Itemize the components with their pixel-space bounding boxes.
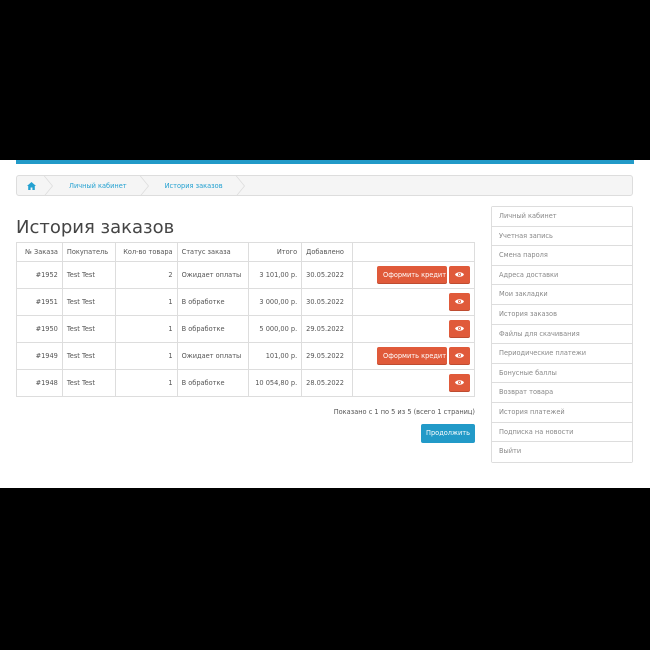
breadcrumb-item-orders[interactable]: История заказов (151, 176, 237, 195)
actions-cell (352, 288, 475, 316)
customer-cell: Test Test (61, 261, 116, 289)
total-cell: 10 054,80 р. (248, 369, 303, 397)
total-cell: 101,00 р. (248, 342, 303, 370)
customer-cell: Test Test (61, 315, 116, 343)
eye-icon (455, 353, 464, 358)
date-cell: 29.05.2022 (301, 315, 354, 343)
col-total: Итого (248, 242, 303, 262)
date-cell: 30.05.2022 (301, 261, 354, 289)
continue-button[interactable]: Продолжить (421, 424, 475, 443)
date-cell: 29.05.2022 (301, 342, 354, 370)
order-id-cell: #1948 (16, 369, 63, 397)
breadcrumb-item-account[interactable]: Личный кабинет (55, 176, 141, 195)
order-id-cell: #1949 (16, 342, 63, 370)
breadcrumb-separator (138, 176, 151, 195)
total-cell: 3 101,00 р. (248, 261, 303, 289)
view-order-button[interactable] (449, 347, 470, 365)
sidebar-item[interactable]: Возврат товара (492, 383, 632, 403)
top-accent-line (16, 160, 634, 164)
actions-cell (352, 315, 475, 343)
status-cell: Ожидает оплаты (176, 342, 250, 370)
actions-cell: Оформить кредит (352, 342, 475, 370)
table-row: #1948 Test Test 1 В обработке 10 054,80 р. 28… (16, 369, 475, 397)
table-row: #1951 Test Test 1 В обработке 3 000,00 р. 30.… (16, 288, 475, 316)
breadcrumb-separator (43, 176, 55, 195)
status-cell: В обработке (176, 288, 250, 316)
col-customer: Покупатель (61, 242, 116, 262)
sidebar-item[interactable]: Периодические платежи (492, 344, 632, 364)
sidebar-item[interactable]: Мои закладки (492, 285, 632, 305)
customer-cell: Test Test (61, 342, 116, 370)
sidebar-item[interactable]: Файлы для скачивания (492, 324, 632, 345)
col-order-id: № Заказа (16, 242, 63, 262)
qty-cell: 1 (114, 315, 178, 343)
qty-cell: 1 (114, 369, 178, 397)
col-date: Добавлено (301, 242, 354, 262)
orders-table: № Заказа Покупатель Кол-во товара Статус… (16, 242, 475, 397)
table-row: #1949 Test Test 1 Ожидает оплаты 101,00 р. 29… (16, 342, 475, 370)
breadcrumb: Личный кабинет История заказов (16, 175, 633, 196)
eye-icon (455, 326, 464, 331)
breadcrumb-home[interactable] (17, 176, 45, 195)
page-title: История заказов (16, 217, 175, 238)
actions-cell (352, 369, 475, 397)
col-qty: Кол-во товара (114, 242, 178, 262)
view-order-button[interactable] (449, 266, 470, 284)
col-status: Статус заказа (176, 242, 250, 262)
qty-cell: 2 (114, 261, 178, 289)
apply-credit-button[interactable]: Оформить кредит (377, 347, 447, 365)
qty-cell: 1 (114, 288, 178, 316)
apply-credit-button[interactable]: Оформить кредит (377, 266, 447, 284)
date-cell: 30.05.2022 (301, 288, 354, 316)
sidebar-item[interactable]: Адреса доставки (492, 265, 632, 286)
order-id-cell: #1952 (16, 261, 63, 289)
view-order-button[interactable] (449, 293, 470, 311)
total-cell: 3 000,00 р. (248, 288, 303, 316)
order-id-cell: #1950 (16, 315, 63, 343)
table-row: #1950 Test Test 1 В обработке 5 000,00 р. 29.… (16, 315, 475, 343)
total-cell: 5 000,00 р. (248, 315, 303, 343)
customer-cell: Test Test (61, 288, 116, 316)
account-sidebar: Личный кабинет Учетная запись Смена пароля… (491, 206, 633, 463)
sidebar-item[interactable]: История заказов (492, 304, 632, 325)
sidebar-item[interactable]: Подписка на новости (492, 422, 632, 443)
table-header-row: № Заказа Покупатель Кол-во товара Статус… (16, 242, 475, 262)
status-cell: В обработке (176, 315, 250, 343)
sidebar-item[interactable]: Бонусные баллы (492, 363, 632, 384)
view-order-button[interactable] (449, 374, 470, 392)
home-icon (26, 181, 36, 190)
sidebar-item[interactable]: Учетная запись (492, 226, 632, 247)
sidebar-item[interactable]: История платежей (492, 402, 632, 423)
status-cell: В обработке (176, 369, 250, 397)
eye-icon (455, 299, 464, 304)
sidebar-item[interactable]: Смена пароля (492, 246, 632, 266)
table-row: #1952 Test Test 2 Ожидает оплаты 3 101,00 р.… (16, 261, 475, 289)
status-cell: Ожидает оплаты (176, 261, 250, 289)
eye-icon (455, 380, 464, 385)
sidebar-item[interactable]: Личный кабинет (492, 207, 632, 227)
sidebar-item[interactable]: Выйти (492, 442, 632, 462)
qty-cell: 1 (114, 342, 178, 370)
actions-cell: Оформить кредит (352, 261, 475, 289)
pagination-text: Показано с 1 по 5 из 5 (всего 1 страниц) (333, 408, 475, 416)
customer-cell: Test Test (61, 369, 116, 397)
eye-icon (455, 272, 464, 277)
order-id-cell: #1951 (16, 288, 63, 316)
date-cell: 28.05.2022 (301, 369, 354, 397)
col-actions (352, 242, 475, 262)
view-order-button[interactable] (449, 320, 470, 338)
breadcrumb-separator (234, 176, 247, 195)
page: Личный кабинет История заказов История з… (0, 160, 650, 488)
